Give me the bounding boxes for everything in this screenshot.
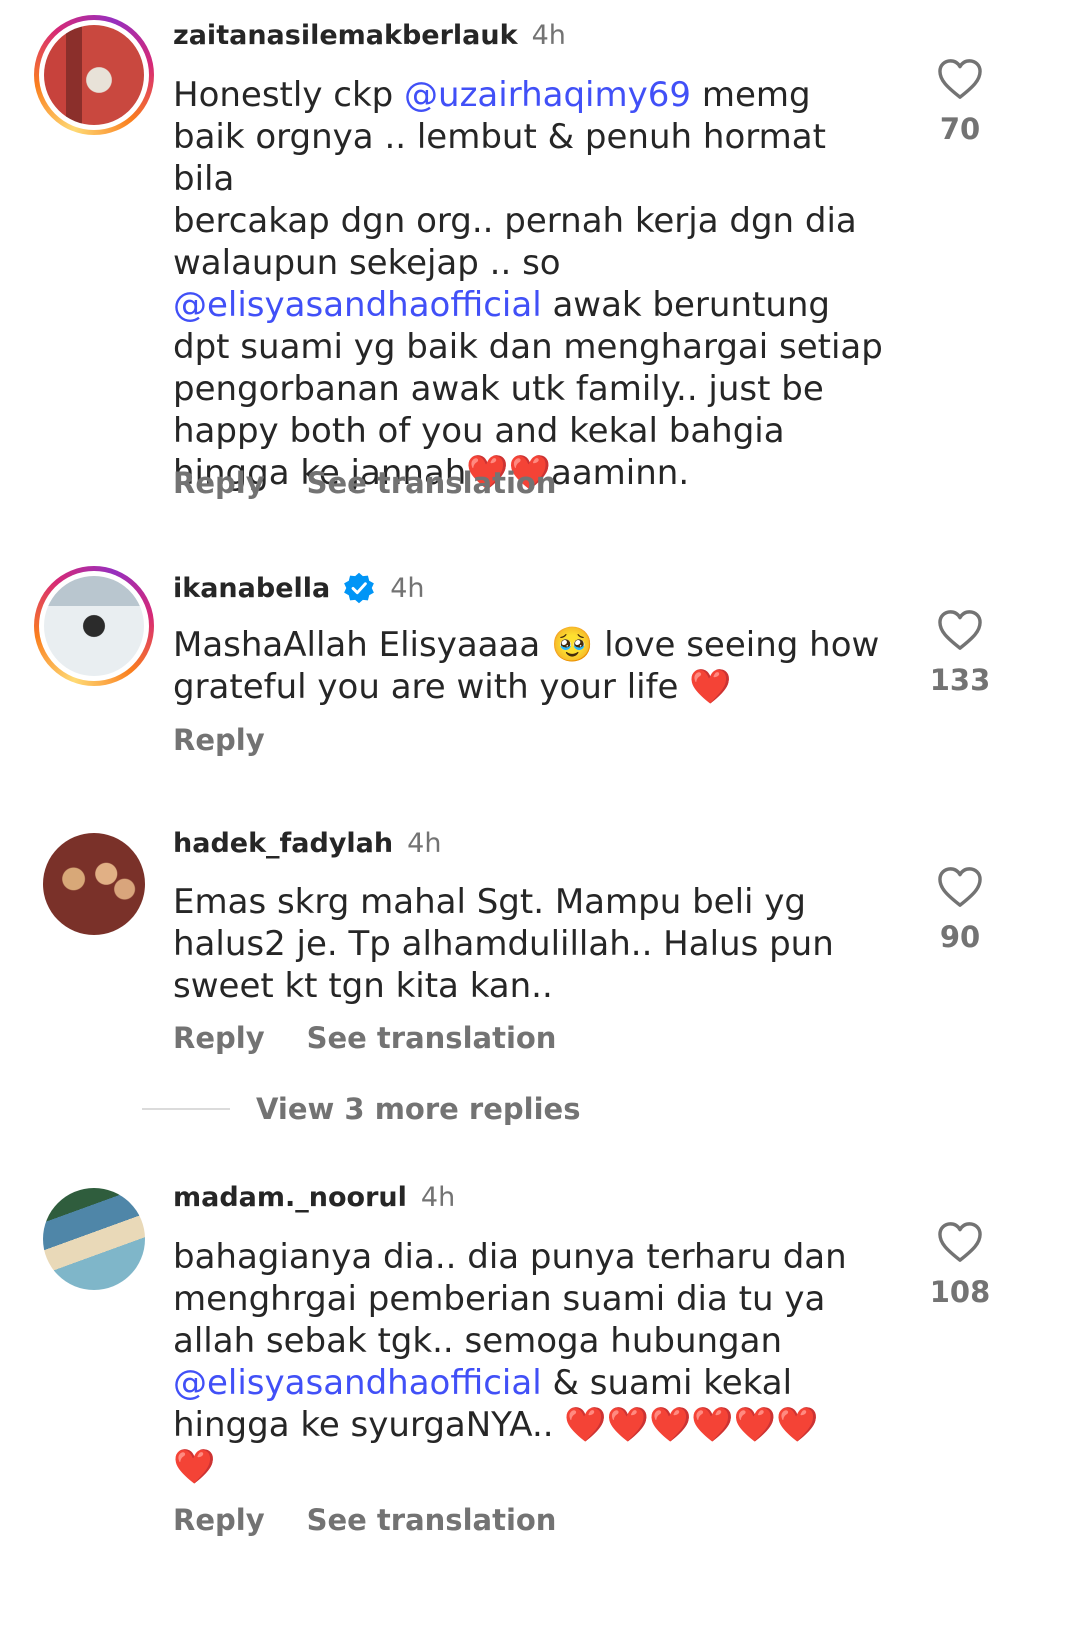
see-translation-button[interactable]: See translation: [307, 1021, 557, 1055]
username[interactable]: zaitanasilemakberlauk: [173, 20, 518, 51]
comment-header: zaitanasilemakberlauk 4h: [173, 20, 566, 51]
avatar[interactable]: [43, 833, 145, 935]
comment-text-segment: aaminn.: [551, 453, 690, 493]
mention-link[interactable]: @uzairhaqimy69: [404, 75, 691, 115]
comment-text-segment: MashaAllah Elisyaaaa 🥹 love seeing how g…: [173, 625, 880, 707]
username[interactable]: madam._noorul: [173, 1182, 407, 1213]
reply-button[interactable]: Reply: [173, 1503, 265, 1537]
heart-outline-icon[interactable]: [937, 866, 983, 908]
avatar[interactable]: [34, 15, 154, 135]
timestamp: 4h: [531, 20, 566, 51]
like-area: 70: [920, 58, 1000, 146]
heart-outline-icon[interactable]: [937, 1221, 983, 1263]
comment-text-segment: Emas skrg mahal Sgt. Mampu beli yg halus…: [173, 882, 834, 1006]
avatar[interactable]: [43, 1188, 145, 1290]
mention-link[interactable]: @elisyasandhaofficial: [173, 285, 542, 325]
heart-outline-icon[interactable]: [937, 58, 983, 100]
timestamp: 4h: [390, 572, 425, 604]
see-translation-button[interactable]: See translation: [307, 466, 557, 500]
like-area: 108: [920, 1221, 1000, 1309]
mention-link[interactable]: @elisyasandhaofficial: [173, 1363, 542, 1403]
username[interactable]: ikanabella: [173, 573, 330, 604]
timestamp: 4h: [420, 1182, 456, 1213]
comment-text: MashaAllah Elisyaaaa 🥹 love seeing how g…: [173, 624, 893, 708]
username[interactable]: hadek_fadylah: [173, 828, 393, 859]
comment-actions: Reply: [173, 723, 265, 757]
comment-text: Honestly ckp @uzairhaqimy69 memg baik or…: [173, 74, 893, 494]
like-count: 108: [929, 1275, 991, 1309]
comment-text: bahagianya dia.. dia punya terharu dan m…: [173, 1236, 893, 1488]
verified-badge-icon: [344, 572, 375, 604]
like-count: 70: [939, 112, 981, 146]
like-count: 90: [939, 920, 981, 954]
divider: [142, 1108, 230, 1110]
like-count: 133: [929, 663, 991, 697]
heart-outline-icon[interactable]: [937, 609, 983, 651]
comment-actions: Reply See translation: [173, 1503, 556, 1537]
comment-actions: Reply See translation: [173, 1021, 556, 1055]
like-area: 90: [920, 866, 1000, 954]
view-more-replies[interactable]: View 3 more replies: [142, 1092, 580, 1126]
comment-header: hadek_fadylah 4h: [173, 828, 441, 859]
view-more-replies-label[interactable]: View 3 more replies: [256, 1092, 580, 1126]
avatar-image: [44, 25, 144, 125]
comment-header: ikanabella 4h: [173, 571, 425, 605]
reply-button[interactable]: Reply: [173, 1021, 265, 1055]
avatar-image: [44, 576, 144, 676]
see-translation-button[interactable]: See translation: [307, 1503, 557, 1537]
comment-text-segment: Honestly ckp: [173, 75, 405, 115]
heart-emoji: ❤️: [689, 667, 732, 707]
like-area: 133: [920, 609, 1000, 697]
reply-button[interactable]: Reply: [173, 466, 265, 500]
comment-text-segment: bahagianya dia.. dia punya terharu dan m…: [173, 1237, 847, 1361]
avatar[interactable]: [34, 566, 154, 686]
reply-button[interactable]: Reply: [173, 723, 265, 757]
timestamp: 4h: [407, 828, 442, 859]
comment-text: Emas skrg mahal Sgt. Mampu beli yg halus…: [173, 881, 893, 1007]
comment-actions: Reply See translation: [173, 466, 556, 500]
comment-header: madam._noorul 4h: [173, 1182, 455, 1213]
